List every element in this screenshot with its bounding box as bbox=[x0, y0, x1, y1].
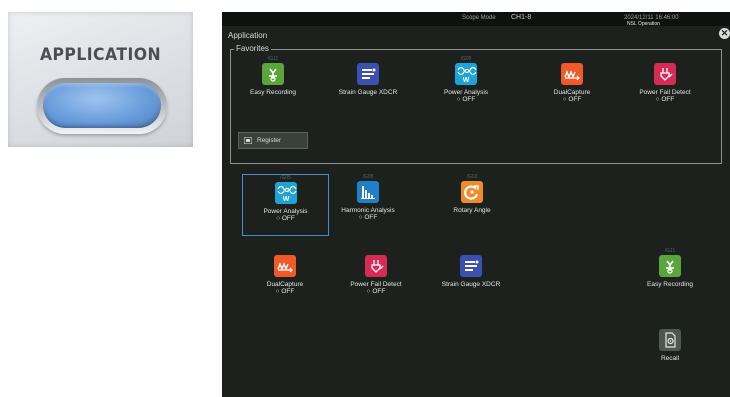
app-item-power-analysis[interactable]: /G05 W Power Analysis ○ OFF bbox=[242, 174, 329, 236]
app-name: Power Analysis bbox=[263, 208, 308, 215]
power-analysis-icon: W bbox=[274, 182, 297, 204]
app-status: ○ OFF bbox=[655, 96, 675, 103]
app-version bbox=[333, 56, 403, 62]
power-analysis-icon: W bbox=[455, 63, 477, 85]
app-status: ○ OFF bbox=[275, 288, 295, 295]
app-status: ○ OFF bbox=[366, 288, 386, 295]
app-name: Recall bbox=[660, 355, 680, 362]
app-item-dualcapture[interactable]: DualCapture ○ OFF bbox=[250, 248, 320, 295]
favorites-title: Favorites bbox=[234, 44, 271, 53]
status-sub: NSL Operation bbox=[627, 21, 660, 27]
dualcapture-icon bbox=[274, 255, 296, 277]
app-version bbox=[537, 56, 607, 62]
easy-recording-icon bbox=[659, 255, 681, 277]
application-key-bezel bbox=[37, 78, 167, 134]
favorite-item-power-analysis[interactable]: /G05 W Power Analysis ○ OFF bbox=[431, 56, 501, 103]
favorite-item-power-fail-detect[interactable]: Power Fail Detect ○ OFF bbox=[630, 56, 700, 103]
strain-gauge-icon bbox=[357, 63, 379, 85]
app-name: Power Fail Detect bbox=[639, 89, 691, 96]
status-bar: Scope Mode CH1-8 2024/12/11 16:46:00 NSL… bbox=[222, 12, 730, 27]
app-version: /G05 bbox=[280, 175, 291, 181]
app-status: ○ OFF bbox=[358, 214, 378, 221]
power-fail-detect-icon bbox=[654, 63, 676, 85]
app-name: Power Analysis bbox=[443, 89, 489, 96]
app-name: Harmonic Analysis bbox=[341, 207, 395, 214]
status-channel: CH1-8 bbox=[511, 14, 532, 21]
application-key-photo: APPLICATION bbox=[8, 12, 193, 147]
svg-text:W: W bbox=[282, 196, 289, 203]
favorite-item-easy-recording[interactable]: /G11 Easy Recording bbox=[238, 56, 308, 96]
application-key-label: APPLICATION bbox=[39, 45, 162, 65]
app-version: /G05 bbox=[362, 174, 374, 180]
app-name: Strain Gauge XDCR bbox=[441, 281, 501, 288]
app-version: /G11 bbox=[267, 56, 279, 62]
app-version: /G11 bbox=[664, 248, 676, 254]
register-icon bbox=[244, 137, 252, 144]
app-item-recall[interactable]: Recall bbox=[635, 322, 705, 362]
close-icon[interactable]: ✕ bbox=[719, 28, 730, 39]
app-name: Easy Recording bbox=[647, 281, 693, 288]
app-version: /G05 bbox=[460, 56, 472, 62]
easy-recording-icon bbox=[262, 63, 284, 85]
app-version bbox=[635, 322, 705, 328]
app-item-rotary-angle[interactable]: /G03 Rotary Angle bbox=[437, 174, 507, 214]
app-name: Power Fail Detect bbox=[350, 281, 402, 288]
app-name: Rotary Angle bbox=[453, 207, 491, 214]
app-version bbox=[341, 248, 411, 254]
app-name: DualCapture bbox=[266, 281, 304, 288]
app-status: ○ OFF bbox=[276, 215, 295, 222]
app-version bbox=[250, 248, 320, 254]
app-status: ○ OFF bbox=[562, 96, 582, 103]
app-name: DualCapture bbox=[553, 89, 591, 96]
favorite-item-strain-gauge[interactable]: Strain Gauge XDCR bbox=[333, 56, 403, 96]
app-item-easy-recording[interactable]: /G11 Easy Recording bbox=[635, 248, 705, 288]
register-button[interactable]: Register bbox=[238, 132, 308, 149]
harmonic-analysis-icon bbox=[357, 181, 379, 203]
app-version: /G03 bbox=[466, 174, 478, 180]
power-fail-detect-icon bbox=[365, 255, 387, 277]
app-status: ○ OFF bbox=[456, 96, 476, 103]
app-version bbox=[436, 248, 506, 254]
register-label: Register bbox=[257, 137, 282, 144]
app-item-harmonic-analysis[interactable]: /G05 Harmonic Analysis ○ OFF bbox=[333, 174, 403, 221]
page-title: Application bbox=[228, 31, 268, 40]
strain-gauge-icon bbox=[460, 255, 482, 277]
app-item-strain-gauge[interactable]: Strain Gauge XDCR bbox=[436, 248, 506, 288]
status-scope-mode: Scope Mode bbox=[462, 15, 496, 21]
app-name: Easy Recording bbox=[250, 89, 296, 96]
svg-text:W: W bbox=[463, 77, 470, 84]
recall-icon bbox=[659, 329, 681, 351]
favorite-item-dualcapture[interactable]: DualCapture ○ OFF bbox=[537, 56, 607, 103]
application-key[interactable] bbox=[43, 83, 161, 128]
application-screen: Scope Mode CH1-8 2024/12/11 16:46:00 NSL… bbox=[222, 12, 730, 397]
rotary-angle-icon bbox=[461, 181, 483, 203]
app-version bbox=[630, 56, 700, 62]
dualcapture-icon bbox=[561, 63, 583, 85]
app-item-power-fail-detect[interactable]: Power Fail Detect ○ OFF bbox=[341, 248, 411, 295]
app-name: Strain Gauge XDCR bbox=[338, 89, 398, 96]
